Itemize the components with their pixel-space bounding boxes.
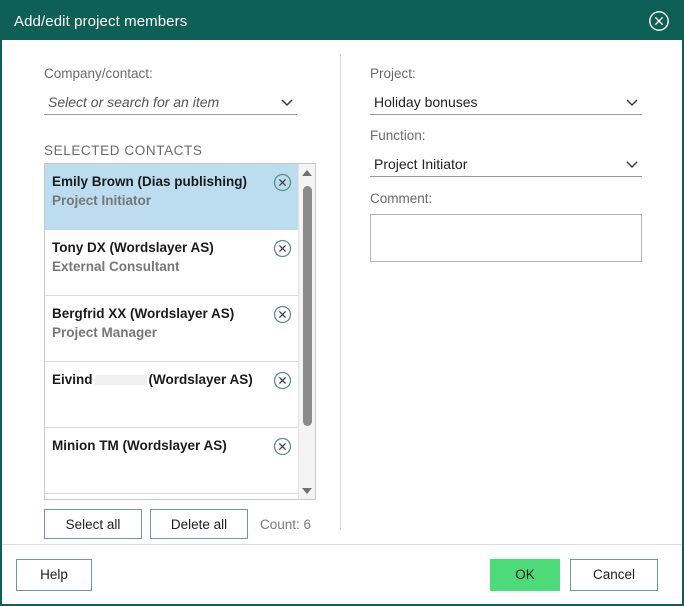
function-value: Project Initiator [374, 155, 468, 172]
contact-name: Tony DX (Wordslayer AS) [52, 240, 214, 255]
left-panel: Company/contact: Select or search for an… [2, 40, 340, 544]
list-item[interactable]: Minion TM (Wordslayer AS) [45, 428, 298, 494]
remove-circle-icon[interactable] [273, 239, 292, 258]
company-contact-label: Company/contact: [44, 66, 153, 81]
contacts-scrollbar[interactable] [298, 164, 315, 499]
delete-all-button[interactable]: Delete all [150, 509, 248, 539]
list-item[interactable]: Emily Brown (Dias publishing) Project In… [45, 164, 298, 230]
contact-name-prefix: Eivind [52, 372, 93, 387]
dialog-title: Add/edit project members [14, 12, 188, 30]
dialog-body: Company/contact: Select or search for an… [2, 40, 682, 544]
function-label: Function: [370, 128, 426, 143]
project-combobox[interactable]: Holiday bonuses [370, 89, 642, 115]
chevron-down-icon [624, 94, 640, 110]
selected-contacts-label: SELECTED CONTACTS [44, 143, 203, 158]
panel-divider [340, 54, 341, 530]
comment-input[interactable] [370, 214, 642, 262]
help-button[interactable]: Help [16, 558, 92, 591]
list-item[interactable]: Eivind (Wordslayer AS) [45, 362, 298, 428]
close-circle-icon[interactable] [646, 8, 672, 34]
scroll-down-arrow-icon[interactable] [299, 482, 315, 499]
list-action-bar: Select all Delete all Count: 6 [44, 509, 316, 539]
contact-rows: Emily Brown (Dias publishing) Project In… [45, 164, 298, 499]
contact-role: External Consultant [52, 259, 180, 274]
scrollbar-thumb[interactable] [303, 186, 312, 426]
comment-label: Comment: [370, 191, 433, 206]
count-label: Count: 6 [260, 516, 312, 532]
chevron-down-icon [624, 156, 640, 172]
list-item[interactable]: Tony DX (Wordslayer AS) External Consult… [45, 230, 298, 296]
ok-button[interactable]: OK [490, 558, 560, 591]
scroll-up-arrow-icon[interactable] [299, 164, 315, 181]
chevron-down-icon [279, 94, 295, 110]
remove-circle-icon[interactable] [273, 305, 292, 324]
contact-name: Bergfrid XX (Wordslayer AS) [52, 306, 235, 321]
dialog-titlebar: Add/edit project members [2, 2, 682, 40]
list-item[interactable]: Bergfrid XX (Wordslayer AS) Project Mana… [45, 296, 298, 362]
contact-role: Project Initiator [52, 193, 152, 208]
company-contact-input[interactable]: Select or search for an item [44, 94, 279, 110]
redaction-block [94, 375, 147, 386]
contact-role: Project Manager [52, 325, 158, 340]
project-value: Holiday bonuses [374, 93, 478, 110]
cancel-button[interactable]: Cancel [570, 558, 658, 591]
contact-name-suffix: (Wordslayer AS) [148, 372, 253, 387]
company-contact-combobox[interactable]: Select or search for an item [44, 89, 297, 115]
contact-name-redacted: Eivind (Wordslayer AS) [52, 371, 264, 389]
selected-contacts-list: Emily Brown (Dias publishing) Project In… [44, 163, 316, 500]
remove-circle-icon[interactable] [273, 437, 292, 456]
function-combobox[interactable]: Project Initiator [370, 151, 642, 177]
remove-circle-icon[interactable] [273, 371, 292, 390]
remove-circle-icon[interactable] [273, 173, 292, 192]
add-edit-project-members-dialog: Add/edit project members Company/contact… [0, 0, 684, 606]
dialog-footer: Help OK Cancel [2, 544, 682, 604]
select-all-button[interactable]: Select all [44, 509, 142, 539]
project-label: Project: [370, 66, 416, 81]
right-panel: Project: Holiday bonuses Function: Proje… [340, 40, 682, 544]
contact-name: Emily Brown (Dias publishing) [52, 174, 248, 189]
contact-name: Minion TM (Wordslayer AS) [52, 438, 227, 453]
